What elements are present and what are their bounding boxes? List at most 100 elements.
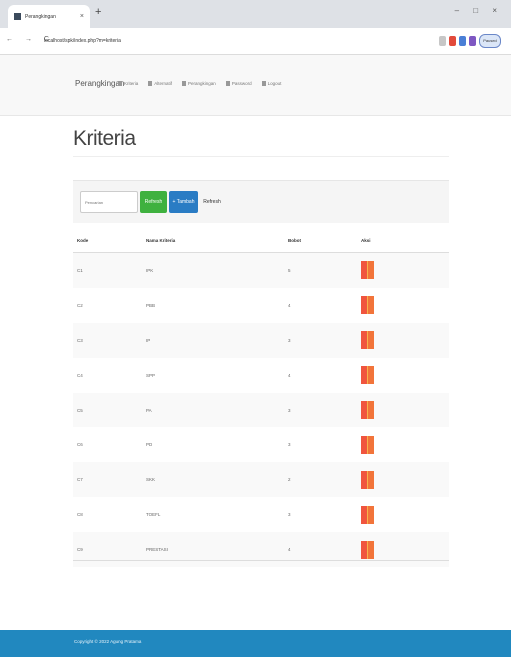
cell-aksi (361, 322, 449, 358)
table-header-row: Kode Nama Kriteria Bobot Aksi (73, 228, 449, 253)
nav-item-alternatif[interactable]: Alternatif (148, 81, 172, 86)
cell-aksi (361, 497, 449, 532)
profile-button[interactable]: Paused (479, 34, 501, 48)
cell-bobot: 3 (288, 322, 361, 358)
edit-button[interactable] (361, 470, 368, 489)
table-row: C3 IP 3 (73, 322, 449, 358)
delete-button[interactable] (368, 505, 374, 524)
table-row: C6 PD 3 (73, 427, 449, 462)
cell-kode: C9 (73, 532, 146, 568)
delete-button[interactable] (368, 296, 374, 315)
delete-button[interactable] (368, 331, 374, 350)
cell-nama: TOEFL (146, 512, 161, 518)
cell-kode: C2 (77, 302, 83, 308)
cell-kode: C5 (73, 392, 146, 428)
table-row: C1 IPK 5 (73, 252, 449, 288)
window-controls[interactable]: – □ × (455, 6, 503, 15)
extension-icon[interactable] (449, 36, 456, 46)
cell-kode: C8 (77, 512, 83, 518)
list-icon (118, 81, 122, 86)
user-icon (148, 81, 153, 86)
cell-aksi (361, 427, 449, 462)
url-field[interactable]: localhost/spk/index.php?m=kriteria (44, 34, 424, 48)
page-title: Kriteria (73, 127, 136, 150)
cell-kode: C6 (77, 442, 83, 448)
nav-item-kriteria[interactable]: Kriteria (118, 81, 138, 86)
nav-item-perangkingan[interactable]: Perangkingan (182, 81, 216, 86)
edit-button[interactable] (361, 435, 368, 454)
column-header-nama: Nama Kriteria (146, 228, 288, 253)
cell-nama: PBB (146, 302, 156, 308)
nav-menu: Kriteria Alternatif Perangkingan Passwor… (118, 81, 291, 86)
cell-bobot: 5 (288, 252, 361, 288)
nav-item-label: Alternatif (154, 81, 173, 86)
add-button[interactable]: + Tambah (169, 191, 198, 213)
extension-icon[interactable] (459, 36, 466, 46)
cell-bobot: 3 (288, 512, 291, 518)
delete-button[interactable] (368, 435, 374, 454)
cell-bobot: 4 (288, 302, 291, 308)
divider (73, 156, 449, 157)
cell-aksi (361, 252, 449, 288)
tab-close-icon[interactable]: × (80, 13, 84, 20)
cell-aksi (361, 462, 449, 498)
column-header-kode: Kode (73, 228, 146, 253)
cell-kode: C1 (73, 252, 146, 288)
edit-button[interactable] (361, 331, 368, 350)
nav-item-password[interactable]: Password (225, 81, 252, 86)
edit-button[interactable] (361, 540, 368, 559)
logout-icon (261, 81, 266, 86)
browser-tab-bar: Perangkingan × + – □ × (0, 0, 511, 28)
cell-nama: IP (146, 322, 288, 358)
address-bar: ← → C localhost/spk/index.php?m=kriteria… (0, 28, 511, 55)
edit-button[interactable] (361, 261, 368, 280)
footer-text: Copyright © 2022 Agung Pratama (74, 639, 142, 644)
refresh-button[interactable]: Refresh (140, 191, 167, 213)
edit-button[interactable] (361, 401, 368, 419)
cell-kode: C7 (73, 462, 146, 498)
kriteria-table: Kode Nama Kriteria Bobot Aksi C1 IPK 5 C2 PB… (73, 228, 449, 568)
cell-bobot: 3 (288, 442, 291, 448)
cell-aksi (361, 532, 449, 568)
nav-item-label: Perangkingan (188, 81, 216, 86)
nav-item-label: Password (231, 81, 252, 86)
nav-item-logout[interactable]: Logout (261, 81, 281, 86)
table-row: C9 PRESTASI 4 (73, 532, 449, 568)
nav-item-label: Kriteria (124, 81, 139, 86)
signal-icon (182, 81, 187, 86)
cell-kode: C4 (77, 372, 83, 378)
browser-tab[interactable]: Perangkingan × (8, 5, 90, 28)
toolbar: Refresh + Tambah Refresh (73, 180, 449, 223)
column-header-bobot: Bobot (288, 228, 361, 253)
cell-bobot: 4 (288, 372, 291, 378)
extensions: Paused (436, 34, 501, 48)
cell-bobot: 4 (288, 532, 361, 568)
cell-bobot: 3 (288, 392, 361, 428)
cell-nama: SPP (146, 372, 156, 378)
cell-nama: PD (146, 442, 153, 448)
edit-button[interactable] (361, 296, 368, 315)
search-input[interactable] (80, 191, 138, 213)
delete-button[interactable] (368, 470, 374, 489)
edit-button[interactable] (361, 505, 368, 524)
cell-nama: PA (146, 392, 288, 428)
extension-icon[interactable] (439, 36, 446, 46)
cell-aksi (361, 288, 449, 323)
tab-title: Perangkingan (25, 13, 56, 20)
cell-aksi (361, 358, 449, 393)
delete-button[interactable] (368, 401, 374, 419)
cell-nama: PRESTASI (146, 532, 288, 568)
reset-button[interactable]: Refresh (201, 191, 223, 213)
new-tab-icon[interactable]: + (95, 6, 101, 18)
delete-button[interactable] (368, 366, 374, 385)
edit-button[interactable] (361, 366, 368, 385)
table-bottom-border (73, 560, 449, 561)
extension-icon[interactable] (469, 36, 476, 46)
delete-button[interactable] (368, 540, 374, 559)
cell-bobot: 2 (288, 462, 361, 498)
table-row: C8 TOEFL 3 (73, 497, 449, 532)
cell-kode: C3 (73, 322, 146, 358)
delete-button[interactable] (368, 261, 374, 280)
cell-nama: IPK (146, 252, 288, 288)
brand[interactable]: Perangkingan (75, 79, 124, 88)
